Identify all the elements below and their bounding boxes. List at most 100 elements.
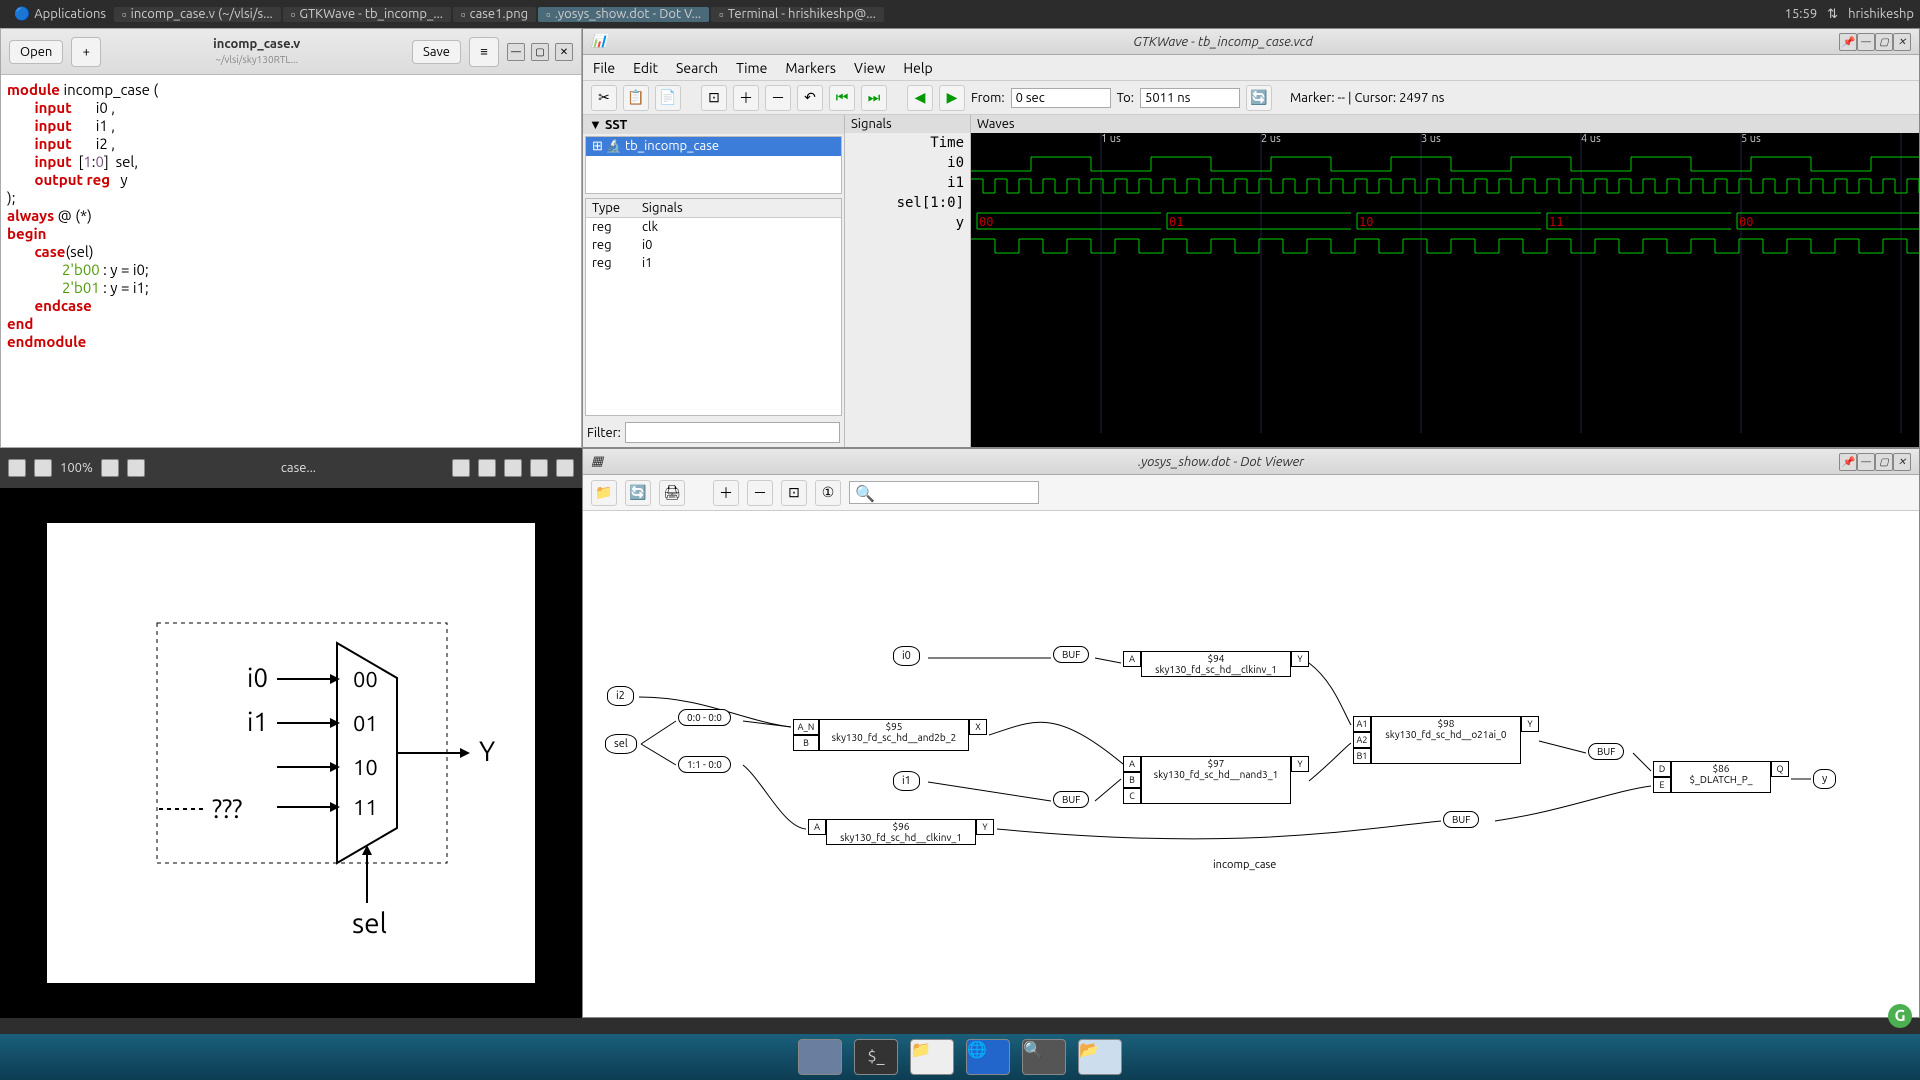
- step-back-icon[interactable]: ◀: [907, 85, 933, 111]
- type-header[interactable]: Type: [586, 199, 636, 217]
- mux-code-11: 11: [353, 795, 378, 820]
- zoom-in-icon[interactable]: ＋: [733, 85, 759, 111]
- menu-search[interactable]: Search: [676, 60, 718, 76]
- dot-pin[interactable]: 📌: [1839, 453, 1857, 471]
- latch: DE $86$_DLATCH_P_ Q: [1653, 761, 1789, 793]
- menu-time[interactable]: Time: [736, 60, 767, 76]
- zoom-in-dot[interactable]: ＋: [713, 480, 739, 506]
- zoom-100-dot[interactable]: ①: [815, 480, 841, 506]
- menu-view[interactable]: View: [854, 60, 885, 76]
- hamburger-button[interactable]: ≡: [469, 37, 499, 67]
- viewer-btn1[interactable]: ▣: [8, 459, 26, 477]
- gtk-pin[interactable]: 📌: [1839, 33, 1857, 51]
- zoom-out-icon[interactable]: －: [765, 85, 791, 111]
- dock-desktop-icon[interactable]: [798, 1039, 842, 1075]
- menu-file[interactable]: File: [593, 60, 615, 76]
- gear-button[interactable]: ⚙: [478, 459, 496, 477]
- paste-icon[interactable]: 📄: [655, 85, 681, 111]
- sst-tree[interactable]: ⊞ 🔬 tb_incomp_case: [585, 136, 842, 194]
- clock[interactable]: 15:59: [1785, 7, 1818, 21]
- user-label[interactable]: hrishikeshp: [1848, 7, 1914, 21]
- dock-terminal-icon[interactable]: $_: [854, 1039, 898, 1075]
- zoom-in-button[interactable]: ▴: [127, 459, 145, 477]
- taskbar-item[interactable]: ▫incomp_case.v (~/vlsi/s...: [114, 7, 281, 22]
- to-input[interactable]: [1140, 88, 1240, 108]
- zoom-out-button[interactable]: ▾: [101, 459, 119, 477]
- dock-files-icon[interactable]: 📁: [910, 1039, 954, 1075]
- seek-end-icon[interactable]: ⏭: [861, 85, 887, 111]
- code-editor[interactable]: module incomp_case ( input i0 , input i1…: [1, 75, 581, 447]
- viewer-minimize[interactable]: —: [504, 459, 522, 477]
- signal-row[interactable]: regclk: [586, 218, 841, 236]
- dot-search-input[interactable]: [849, 481, 1039, 504]
- minimize-button[interactable]: —: [507, 43, 525, 61]
- gtk-maximize[interactable]: ▢: [1875, 33, 1893, 51]
- menu-edit[interactable]: Edit: [633, 60, 658, 76]
- taskbar-item[interactable]: ▫case1.png: [453, 7, 536, 22]
- node-i1: i1: [893, 771, 920, 791]
- seek-start-icon[interactable]: ⏮: [829, 85, 855, 111]
- zoom-fit-icon[interactable]: ⊡: [701, 85, 727, 111]
- mux-code-00: 00: [353, 667, 378, 692]
- wave-signal-label[interactable]: i1: [845, 173, 970, 193]
- reload-dot-icon[interactable]: 🔄: [625, 480, 651, 506]
- dot-minimize[interactable]: —: [1857, 453, 1875, 471]
- wave-signal-label[interactable]: Time: [845, 133, 970, 153]
- signal-row[interactable]: regi0: [586, 236, 841, 254]
- viewer-btn2[interactable]: ▭: [34, 459, 52, 477]
- zoom-fit-dot[interactable]: ⊡: [781, 480, 807, 506]
- sst-header[interactable]: ▼ SST: [583, 115, 844, 134]
- network-icon[interactable]: ⇅: [1827, 7, 1838, 22]
- filter-input[interactable]: [625, 422, 840, 443]
- fullscreen-button[interactable]: ⛶: [452, 459, 470, 477]
- signals-header[interactable]: Signals: [636, 199, 689, 217]
- dock-folder-icon[interactable]: 📂: [1078, 1039, 1122, 1075]
- viewer-close[interactable]: ✕: [556, 459, 574, 477]
- wave-signal-label[interactable]: sel[1:0]: [845, 193, 970, 213]
- step-fwd-icon[interactable]: ▶: [939, 85, 965, 111]
- maximize-button[interactable]: ▢: [531, 43, 549, 61]
- open-button[interactable]: Open: [9, 40, 63, 64]
- print-icon[interactable]: 🖨: [659, 480, 685, 506]
- open-folder-icon[interactable]: 📁: [591, 480, 617, 506]
- reload-icon[interactable]: 🔄: [1246, 85, 1272, 111]
- menu-help[interactable]: Help: [903, 60, 932, 76]
- taskbar-item[interactable]: ▫GTKWave - tb_incomp_...: [283, 7, 451, 22]
- top-panel: 🔵 Applications ▫incomp_case.v (~/vlsi/s.…: [0, 0, 1920, 28]
- signals-table[interactable]: TypeSignals regclkregi0regi1: [585, 198, 842, 416]
- dot-titlebar: ▦ .yosys_show.dot - Dot Viewer 📌 — ▢ ✕: [583, 449, 1919, 475]
- from-input[interactable]: [1011, 88, 1111, 108]
- wave-signal-label[interactable]: y: [845, 213, 970, 233]
- menu-markers[interactable]: Markers: [785, 60, 836, 76]
- new-tab-button[interactable]: +: [71, 37, 101, 67]
- sst-root-item[interactable]: ⊞ 🔬 tb_incomp_case: [586, 137, 841, 156]
- taskbar-item[interactable]: ▫Terminal - hrishikeshp@...: [711, 7, 884, 22]
- dock-web-icon[interactable]: 🌐: [966, 1039, 1010, 1075]
- viewer-maximize[interactable]: +: [530, 459, 548, 477]
- save-button[interactable]: Save: [412, 40, 461, 64]
- gtk-close[interactable]: ✕: [1893, 33, 1911, 51]
- mux-diagram: 00 01 10 11 i0 i1 ??? Y sel: [47, 523, 535, 983]
- dock-search-icon[interactable]: 🔍: [1022, 1039, 1066, 1075]
- signal-row[interactable]: regi1: [586, 254, 841, 272]
- image-viewer-toolbar: ▣ ▭ 100% ▾ ▴ case... ⛶ ⚙ — + ✕: [0, 448, 582, 488]
- taskbar-item[interactable]: ▫.yosys_show.dot - Dot V...: [538, 7, 709, 22]
- zoom-out-dot[interactable]: －: [747, 480, 773, 506]
- dot-maximize[interactable]: ▢: [1875, 453, 1893, 471]
- cut-icon[interactable]: ✂: [591, 85, 617, 111]
- dot-viewer-window: ▦ .yosys_show.dot - Dot Viewer 📌 — ▢ ✕ 📁…: [582, 448, 1920, 1018]
- dot-close[interactable]: ✕: [1893, 453, 1911, 471]
- gtk-minimize[interactable]: —: [1857, 33, 1875, 51]
- wave-canvas[interactable]: 1 us2 us3 us4 us5 us 0001101100: [971, 133, 1919, 443]
- close-button[interactable]: ✕: [555, 43, 573, 61]
- to-label: To:: [1117, 91, 1134, 105]
- undo-icon[interactable]: ↶: [797, 85, 823, 111]
- wave-signal-label[interactable]: i0: [845, 153, 970, 173]
- copy-icon[interactable]: 📋: [623, 85, 649, 111]
- applications-menu[interactable]: 🔵 Applications: [6, 7, 114, 22]
- buf-1: BUF: [1053, 646, 1089, 663]
- dot-canvas[interactable]: i0 i2 sel i1 0:0 - 0:0 1:1 - 0:0 BUF BUF…: [583, 511, 1919, 1017]
- grammarly-icon[interactable]: G: [1888, 1004, 1912, 1028]
- mux-in-i1: i1: [247, 707, 268, 736]
- waves-header: Waves: [971, 115, 1919, 133]
